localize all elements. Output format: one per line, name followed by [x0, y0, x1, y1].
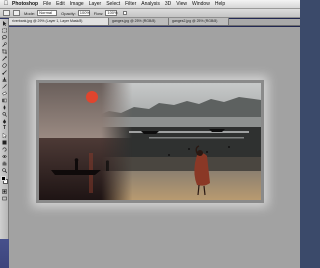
gradient-tool-icon[interactable] — [1, 97, 8, 103]
menu-image[interactable]: Image — [70, 1, 84, 7]
brush-preset-icon[interactable] — [13, 10, 20, 16]
menu-select[interactable]: Select — [106, 1, 120, 7]
color-swatches — [0, 175, 9, 187]
riverbank-layer — [39, 83, 261, 200]
healing-brush-icon[interactable] — [1, 62, 8, 68]
menu-view[interactable]: View — [176, 1, 187, 7]
menu-help[interactable]: Help — [215, 1, 225, 7]
hand-tool-icon[interactable] — [1, 160, 8, 166]
menu-window[interactable]: Window — [192, 1, 210, 7]
document-tab-ganges[interactable]: ganges.jpg @ 25% (RGB/8) — [109, 18, 169, 25]
document-tab-ganges2[interactable]: ganges2.jpg @ 25% (RGB/8) — [169, 18, 229, 25]
screen-mode-icon[interactable] — [1, 195, 8, 201]
tools-panel: T — [0, 19, 9, 239]
apple-icon[interactable]:  — [0, 1, 12, 7]
pen-tool-icon[interactable] — [1, 118, 8, 124]
dodge-tool-icon[interactable] — [1, 111, 8, 117]
clone-stamp-icon[interactable] — [1, 76, 8, 82]
menu-app-name[interactable]: Photoshop — [12, 1, 38, 7]
eraser-tool-icon[interactable] — [1, 90, 8, 96]
airbrush-toggle[interactable] — [123, 11, 128, 15]
type-tool-icon[interactable]: T — [1, 125, 8, 131]
menu-edit[interactable]: Edit — [56, 1, 65, 7]
move-tool-icon[interactable] — [1, 20, 8, 26]
menu-layer[interactable]: Layer — [89, 1, 102, 7]
3d-rotate-icon[interactable] — [1, 146, 8, 152]
opacity-field[interactable]: 100% — [77, 10, 90, 16]
marquee-tool-icon[interactable] — [1, 27, 8, 33]
tool-preset-icon[interactable] — [3, 10, 10, 16]
mode-label: Mode: — [24, 10, 36, 16]
menu-file[interactable]: File — [43, 1, 51, 7]
mode-select[interactable]: Normal — [37, 10, 58, 16]
document-canvas-image[interactable] — [36, 80, 264, 203]
opacity-label: Opacity: — [61, 10, 76, 16]
options-bar: Mode: Normal Opacity: 100% Flow: 100% — [0, 9, 300, 18]
eyedropper-tool-icon[interactable] — [1, 55, 8, 61]
flow-label: Flow: — [93, 10, 104, 16]
menu-bar:  Photoshop File Edit Image Layer Select… — [0, 0, 300, 9]
menu-filter[interactable]: Filter — [125, 1, 136, 7]
document-tab-bar: riverbank.jpg @ 29% (Layer 1, Layer Mask… — [9, 18, 300, 26]
shape-tool-icon[interactable] — [1, 139, 8, 145]
quick-mask-icon[interactable] — [1, 188, 8, 194]
menu-analysis[interactable]: Analysis — [141, 1, 160, 7]
3d-orbit-icon[interactable] — [1, 153, 8, 159]
history-brush-icon[interactable] — [1, 83, 8, 89]
lasso-tool-icon[interactable] — [1, 34, 8, 40]
composite-photo — [39, 83, 261, 200]
flow-field[interactable]: 100% — [105, 10, 118, 16]
blur-tool-icon[interactable] — [1, 104, 8, 110]
crop-tool-icon[interactable] — [1, 48, 8, 54]
brush-tool-icon[interactable] — [1, 69, 8, 75]
zoom-tool-icon[interactable] — [1, 167, 8, 173]
foreground-color-swatch[interactable] — [1, 176, 6, 181]
menu-3d[interactable]: 3D — [165, 1, 171, 7]
document-tab-riverbank[interactable]: riverbank.jpg @ 29% (Layer 1, Layer Mask… — [9, 18, 109, 25]
path-select-icon[interactable] — [1, 132, 8, 138]
quick-select-tool-icon[interactable] — [1, 41, 8, 47]
